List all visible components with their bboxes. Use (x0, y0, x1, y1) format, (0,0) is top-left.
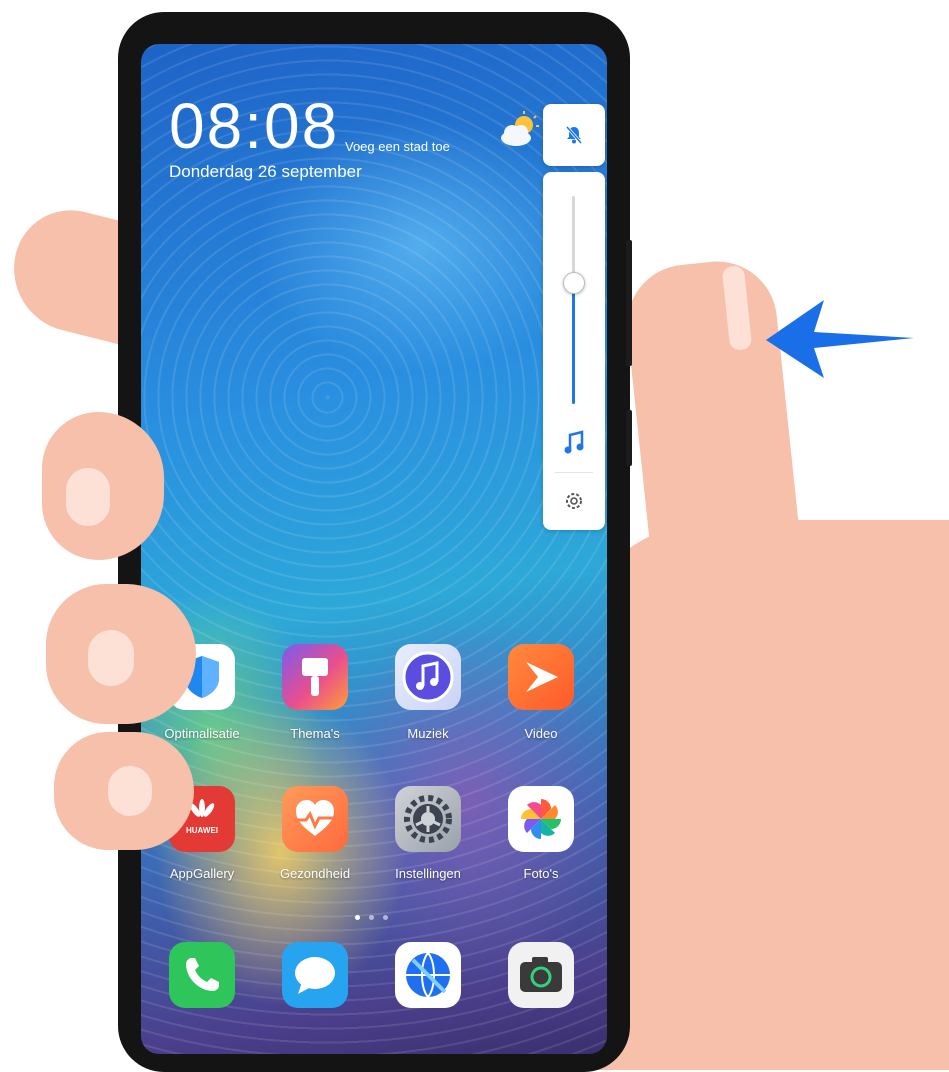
gear-icon[interactable] (563, 490, 585, 512)
app-video-icon[interactable] (508, 644, 574, 710)
ring-mode-toggle-button[interactable] (543, 104, 605, 166)
panel-divider (555, 472, 593, 473)
power-key[interactable] (626, 410, 632, 466)
app-muziek-icon[interactable] (395, 644, 461, 710)
app-label: AppGallery (169, 866, 235, 881)
app-label: Video (524, 726, 558, 741)
bell-off-icon (565, 126, 583, 144)
app-themas-icon[interactable] (282, 644, 348, 710)
wallpaper-texture (141, 44, 607, 1054)
app-label: Gezondheid (279, 866, 351, 881)
dock-message-icon[interactable] (282, 942, 348, 1008)
page-dot-active[interactable] (355, 915, 360, 920)
dock-phone-icon[interactable] (169, 942, 235, 1008)
app-fotos-icon[interactable] (508, 786, 574, 852)
volume-key[interactable] (626, 240, 632, 366)
app-label: Thema's (290, 726, 340, 741)
clock-widget[interactable]: 08:08 (169, 94, 339, 158)
app-instellingen-icon[interactable] (395, 786, 461, 852)
dock-camera-icon[interactable] (508, 942, 574, 1008)
left-finger-2-nail (88, 630, 134, 686)
page-dot[interactable] (383, 915, 388, 920)
weather-location-hint[interactable]: Voeg een stad toe (345, 139, 450, 154)
home-screen: 08:08 Voeg een stad toe Donderdag 26 sep… (141, 44, 607, 1054)
date-label: Donderdag 26 september (169, 162, 362, 181)
page-dot[interactable] (369, 915, 374, 920)
app-label: Foto's (523, 866, 559, 881)
volume-slider-handle[interactable] (563, 272, 585, 294)
weather-icon[interactable] (498, 110, 542, 150)
volume-level-fill (572, 282, 575, 404)
app-label: Instellingen (395, 866, 461, 881)
arrow-left-icon (766, 300, 914, 378)
app-label: Muziek (407, 726, 449, 741)
music-note-icon[interactable] (562, 430, 586, 456)
left-finger-3-nail (108, 766, 152, 816)
left-finger-1-nail (66, 468, 110, 526)
app-gezondheid-icon[interactable] (282, 786, 348, 852)
dock-browser-icon[interactable] (395, 942, 461, 1008)
